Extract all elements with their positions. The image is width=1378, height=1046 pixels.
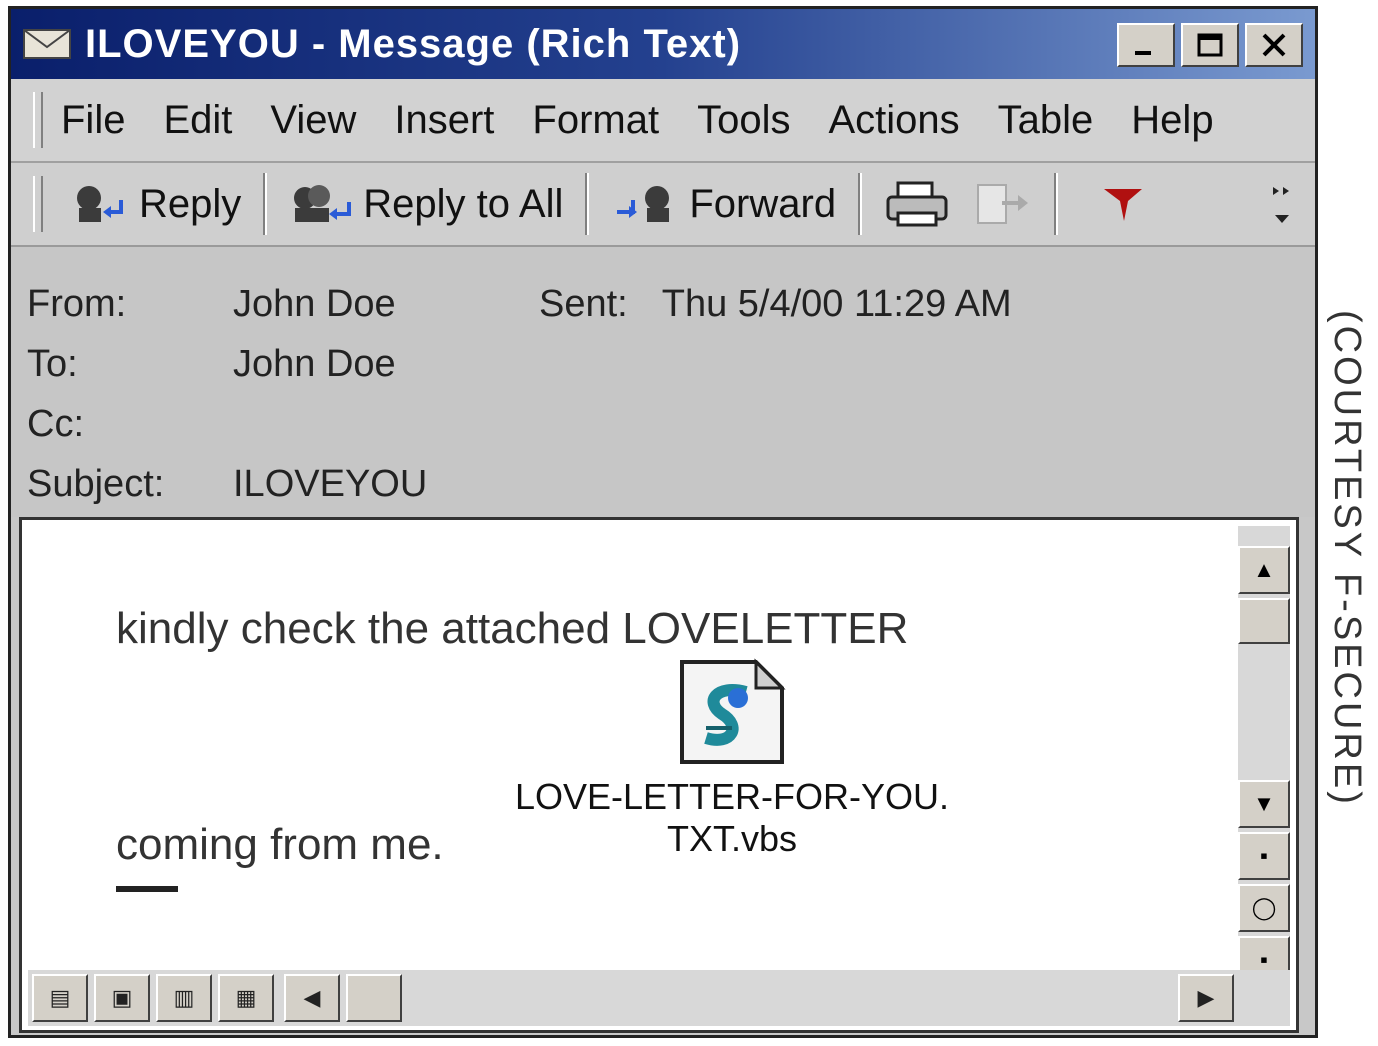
outline-view-icon: ▦ <box>235 985 257 1010</box>
arrow-up-icon: ▲ <box>1253 557 1275 582</box>
move-icon <box>977 184 1029 224</box>
attachment[interactable]: LOVE-LETTER-FOR-YOU.TXT.vbs <box>502 658 962 860</box>
menu-help[interactable]: Help <box>1131 98 1213 143</box>
reply-button[interactable]: Reply <box>61 172 251 236</box>
circle-icon: ◯ <box>1251 895 1277 920</box>
outline-view-button[interactable]: ▦ <box>218 974 274 1022</box>
reply-all-icon <box>294 185 352 222</box>
vertical-scrollbar[interactable]: ▲ ▼ ▪ ◯ ▪ <box>1238 526 1290 984</box>
maximize-button[interactable] <box>1181 23 1239 67</box>
close-icon <box>1262 33 1286 57</box>
forward-icon <box>617 186 670 222</box>
scroll-left-button[interactable]: ◀ <box>284 974 340 1022</box>
scroll-up-button[interactable]: ▲ <box>1238 546 1290 594</box>
horizontal-scrollbar[interactable]: ▤ ▣ ▥ ▦ ◀ ▶ <box>28 970 1290 1026</box>
normal-view-icon: ▤ <box>49 985 71 1010</box>
to-value[interactable]: John Doe <box>233 343 396 385</box>
horizontal-scroll-thumb[interactable] <box>346 974 402 1022</box>
menu-bar: File Edit View Insert Format Tools Actio… <box>11 79 1315 163</box>
toolbar-separator <box>263 173 268 235</box>
toolbar-separator <box>858 173 863 235</box>
menu-edit[interactable]: Edit <box>163 98 232 143</box>
message-header: From: John Doe Sent: Thu 5/4/00 11:29 AM T… <box>11 247 1315 517</box>
cc-label: Cc: <box>27 403 84 445</box>
arrow-right-icon: ▶ <box>1197 985 1215 1010</box>
sent-value: Thu 5/4/00 11:29 AM <box>661 283 1012 325</box>
subject-value: ILOVEYOU <box>233 463 428 505</box>
move-to-folder-button[interactable] <box>962 172 1042 236</box>
arrow-down-icon: ▼ <box>1253 791 1275 816</box>
window-title: ILOVEYOU - Message (Rich Text) <box>85 21 742 66</box>
menu-format[interactable]: Format <box>532 98 659 143</box>
from-label: From: <box>27 283 127 325</box>
message-window: ILOVEYOU - Message (Rich Text) File Edit… <box>8 6 1318 1038</box>
body-line-2: coming from me. <box>116 820 444 869</box>
arrow-left-icon: ◀ <box>303 985 321 1010</box>
reply-label: Reply <box>139 181 242 226</box>
previous-item-button[interactable]: ▪ <box>1238 832 1290 880</box>
menu-file[interactable]: File <box>61 98 125 143</box>
print-icon <box>886 181 948 227</box>
photo-credit: (COURTESY F-SECURE) <box>1326 310 1368 807</box>
maximize-icon <box>1197 33 1223 57</box>
from-row: From: John Doe <box>27 283 396 326</box>
scroll-thumb[interactable] <box>1238 598 1290 644</box>
scroll-right-button[interactable]: ▶ <box>1178 974 1234 1022</box>
attachment-name: LOVE-LETTER-FOR-YOU.TXT.vbs <box>514 776 950 859</box>
cc-row: Cc: <box>27 403 233 446</box>
normal-view-button[interactable]: ▤ <box>32 974 88 1022</box>
title-bar[interactable]: ILOVEYOU - Message (Rich Text) <box>11 9 1315 79</box>
web-view-icon: ▣ <box>111 985 133 1010</box>
menu-insert[interactable]: Insert <box>394 98 494 143</box>
flag-icon <box>1104 189 1143 221</box>
to-label: To: <box>27 343 78 385</box>
vbscript-file-icon <box>676 658 788 766</box>
menu-grip[interactable] <box>33 92 43 148</box>
more-icon <box>1273 187 1289 223</box>
toolbar-separator <box>1054 173 1059 235</box>
subject-row: Subject: ILOVEYOU <box>27 463 427 506</box>
print-view-button[interactable]: ▥ <box>156 974 212 1022</box>
scroll-down-button[interactable]: ▼ <box>1238 780 1290 828</box>
reply-all-label: Reply to All <box>363 181 564 226</box>
forward-label: Forward <box>689 181 837 226</box>
toolbar: Reply Reply to All Forward <box>11 163 1315 247</box>
previous-icon: ▪ <box>1260 843 1268 868</box>
reply-all-button[interactable]: Reply to All <box>279 172 573 236</box>
message-body[interactable]: kindly check the attached LOVELETTER LOV… <box>19 517 1299 1033</box>
subject-label: Subject: <box>27 463 165 505</box>
close-button[interactable] <box>1245 23 1303 67</box>
reply-icon <box>77 186 123 222</box>
web-view-button[interactable]: ▣ <box>94 974 150 1022</box>
menu-actions[interactable]: Actions <box>829 98 960 143</box>
menu-view[interactable]: View <box>270 98 356 143</box>
browse-object-button[interactable]: ◯ <box>1238 884 1290 932</box>
print-button[interactable] <box>874 172 962 236</box>
flag-button[interactable] <box>1088 172 1158 236</box>
text-cursor-mark <box>116 886 178 892</box>
sent-label: Sent: <box>539 283 628 325</box>
toolbar-separator <box>585 173 590 235</box>
menu-tools[interactable]: Tools <box>697 98 790 143</box>
toolbar-grip[interactable] <box>33 176 43 232</box>
menu-table[interactable]: Table <box>998 98 1094 143</box>
forward-button[interactable]: Forward <box>601 172 846 236</box>
envelope-icon <box>23 29 71 59</box>
from-value[interactable]: John Doe <box>233 283 396 325</box>
minimize-icon <box>1135 51 1151 55</box>
print-view-icon: ▥ <box>173 985 195 1010</box>
toolbar-options-button[interactable] <box>1257 172 1307 236</box>
body-line-1: kindly check the attached LOVELETTER <box>116 604 909 653</box>
to-row: To: John Doe <box>27 343 396 386</box>
minimize-button[interactable] <box>1117 23 1175 67</box>
sent-row: Sent: Thu 5/4/00 11:29 AM <box>539 283 1012 326</box>
